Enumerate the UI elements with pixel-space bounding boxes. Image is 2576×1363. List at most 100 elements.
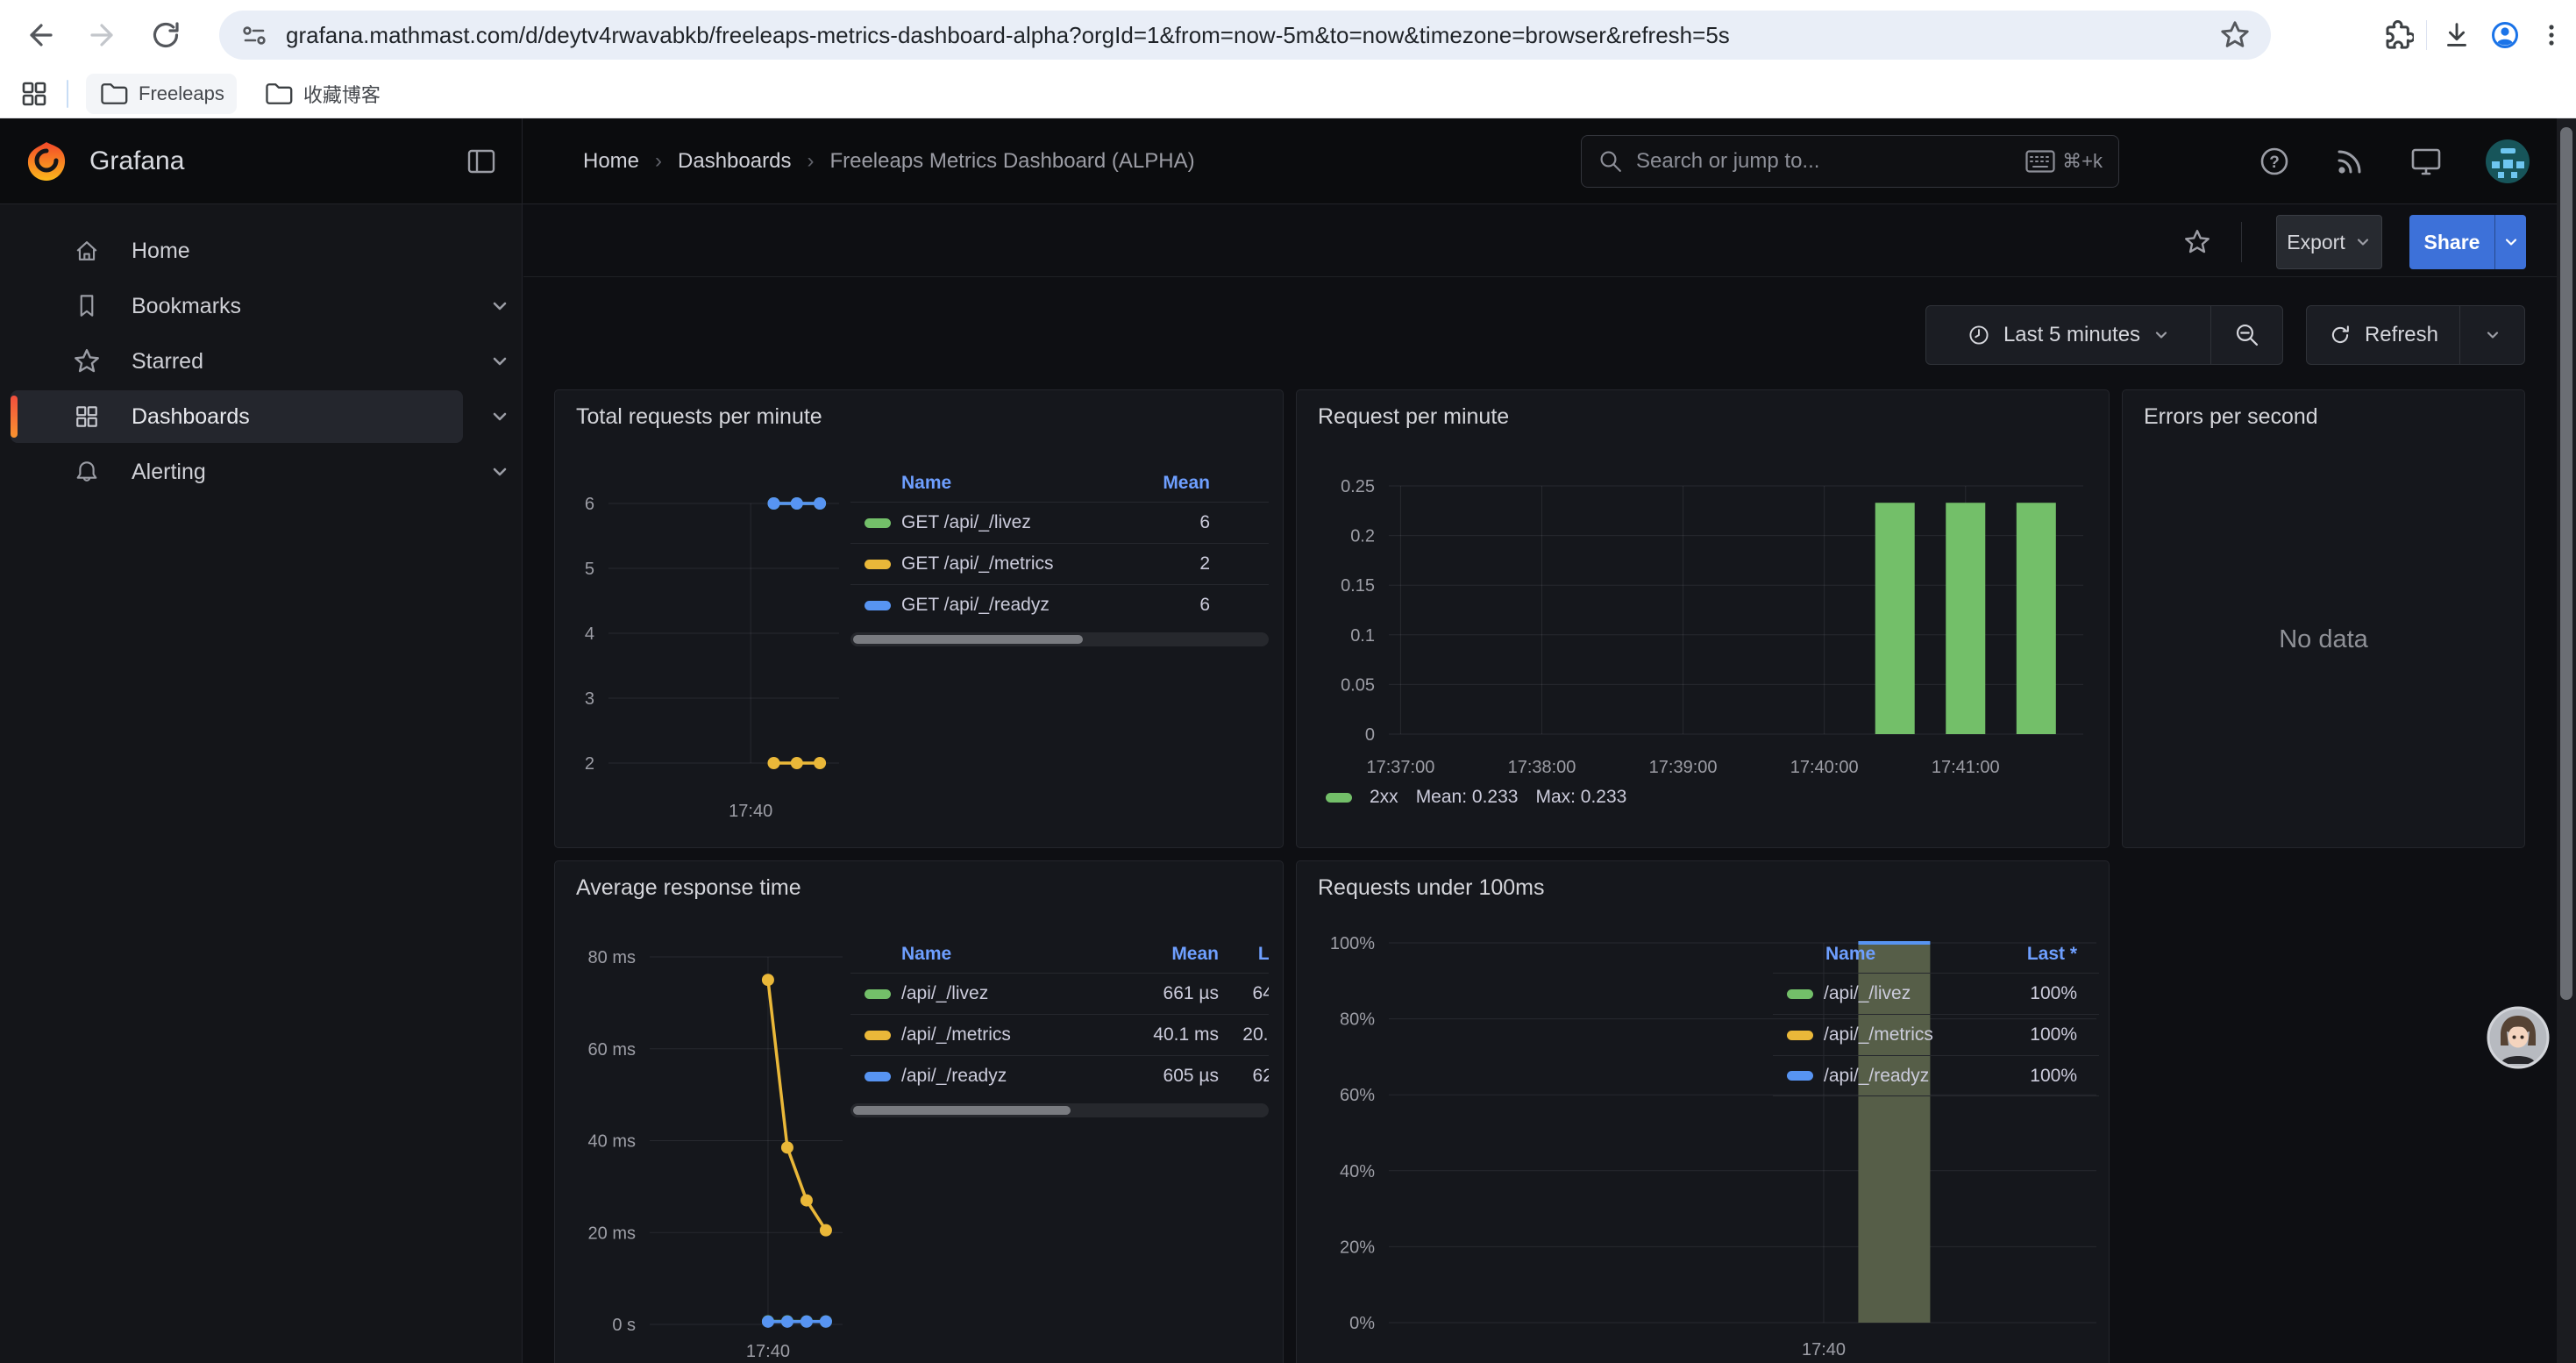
refresh-label: Refresh <box>2365 323 2438 347</box>
sidebar-toggle-icon[interactable] <box>466 146 497 177</box>
sidebar-item-alerting[interactable]: Alerting <box>11 446 463 498</box>
svg-text:0.05: 0.05 <box>1341 675 1375 695</box>
series-last: 20.5 ms <box>1242 1024 1269 1045</box>
sidebar-item-dashboards[interactable]: Dashboards <box>11 390 463 443</box>
forward-button[interactable] <box>85 17 122 54</box>
url-bar[interactable]: grafana.mathmast.com/d/deytv4rwavabkb/fr… <box>219 11 2271 60</box>
chevron-down-icon[interactable] <box>487 293 513 319</box>
sidebar-item-home[interactable]: Home <box>11 225 463 277</box>
legend-row[interactable]: /api/_/livez 661 µs 646 µs <box>850 973 1269 1014</box>
sidebar: Home Bookmarks Starred Dashboards Alerti <box>0 204 523 1363</box>
keyboard-icon <box>2025 150 2055 173</box>
legend-col-name[interactable]: Name <box>1825 944 1875 965</box>
back-icon <box>21 17 58 54</box>
share-button[interactable]: Share <box>2409 215 2494 269</box>
legend-row[interactable]: GET /api/_/metrics 2 <box>850 543 1269 584</box>
series-name[interactable]: 2xx <box>1370 787 1398 808</box>
scrollbar-thumb[interactable] <box>853 1106 1071 1115</box>
breadcrumb-dashboards[interactable]: Dashboards <box>678 149 791 174</box>
time-range-picker[interactable]: Last 5 minutes <box>1926 306 2210 364</box>
toolbar-separator <box>523 276 2576 277</box>
sidebar-item-bookmarks[interactable]: Bookmarks <box>11 280 463 332</box>
legend-scrollbar[interactable] <box>850 632 1269 646</box>
search-icon <box>1598 148 1624 175</box>
series-name[interactable]: /api/_/readyz <box>901 1066 1007 1087</box>
menu-kebab-icon[interactable] <box>2536 18 2567 53</box>
kiosk-monitor-icon[interactable] <box>2408 143 2444 180</box>
legend-row[interactable]: /api/_/metrics 100% <box>1773 1014 2099 1055</box>
svg-text:17:38:00: 17:38:00 <box>1508 758 1576 777</box>
panel-request-per-minute: Request per minute 0.250.20.150.10.05017… <box>1296 389 2110 848</box>
series-swatch <box>865 1072 891 1081</box>
svg-text:4: 4 <box>585 624 594 644</box>
series-name[interactable]: GET /api/_/readyz <box>901 595 1050 616</box>
legend-row[interactable]: /api/_/readyz 100% <box>1773 1055 2099 1096</box>
series-name[interactable]: /api/_/metrics <box>1824 1024 1933 1045</box>
refresh-button[interactable]: Refresh <box>2307 306 2459 364</box>
url-text[interactable]: grafana.mathmast.com/d/deytv4rwavabkb/fr… <box>286 22 2218 49</box>
series-name[interactable]: /api/_/livez <box>901 983 988 1004</box>
legend-col-name[interactable]: Name <box>901 473 951 494</box>
legend-col-mean[interactable]: Mean <box>1171 944 1219 965</box>
bookmark-star-icon[interactable] <box>2218 18 2252 52</box>
share-menu-button[interactable] <box>2494 215 2526 269</box>
page-scrollbar[interactable] <box>2557 118 2576 1363</box>
legend-col-last[interactable]: Last * <box>2027 944 2077 965</box>
user-avatar[interactable] <box>2485 139 2530 184</box>
export-button[interactable]: Export <box>2276 215 2382 269</box>
chevron-down-icon[interactable] <box>487 348 513 375</box>
svg-text:0.1: 0.1 <box>1350 626 1375 646</box>
svg-text:5: 5 <box>585 560 594 579</box>
legend-row[interactable]: /api/_/readyz 605 µs 620 µs <box>850 1055 1269 1096</box>
search-input[interactable]: Search or jump to... ⌘+k <box>1581 135 2119 188</box>
legend-col-last[interactable]: Last * <box>1258 944 1269 965</box>
share-label: Share <box>2424 231 2480 254</box>
browser-toolbar: grafana.mathmast.com/d/deytv4rwavabkb/fr… <box>0 0 2576 70</box>
refresh-interval-button[interactable] <box>2459 306 2524 364</box>
favorite-star-icon[interactable] <box>2182 227 2212 257</box>
series-name[interactable]: /api/_/metrics <box>901 1024 1011 1045</box>
grafana-logo[interactable] <box>25 139 68 183</box>
legend-row[interactable]: /api/_/livez 100% <box>1773 973 2099 1014</box>
legend-row[interactable]: GET /api/_/livez 6 <box>850 502 1269 543</box>
series-name[interactable]: GET /api/_/livez <box>901 512 1031 533</box>
apps-grid-icon[interactable] <box>18 77 51 111</box>
breadcrumb-home[interactable]: Home <box>583 149 639 174</box>
assistant-avatar[interactable] <box>2487 1006 2550 1069</box>
panel-title[interactable]: Errors per second <box>2144 404 2318 430</box>
grafana-brand: Grafana <box>0 118 523 203</box>
bookmark-folder-blogs[interactable]: 收藏博客 <box>251 74 393 114</box>
profile-icon[interactable] <box>2487 17 2523 54</box>
legend-scrollbar[interactable] <box>850 1103 1269 1117</box>
help-icon[interactable]: ? <box>2257 144 2292 179</box>
download-icon[interactable] <box>2439 18 2474 53</box>
series-name[interactable]: /api/_/livez <box>1824 983 1911 1004</box>
back-button[interactable] <box>21 17 58 54</box>
chevron-down-icon[interactable] <box>487 459 513 485</box>
svg-text:0.15: 0.15 <box>1341 576 1375 596</box>
svg-text:17:40: 17:40 <box>729 802 772 821</box>
svg-text:100%: 100% <box>1330 934 1375 953</box>
extensions-icon[interactable] <box>2379 18 2414 53</box>
scrollbar-thumb[interactable] <box>2560 127 2572 1000</box>
reload-button[interactable] <box>147 17 184 54</box>
sidebar-item-starred[interactable]: Starred <box>11 335 463 388</box>
legend-row[interactable]: /api/_/metrics 40.1 ms 20.5 ms <box>850 1014 1269 1055</box>
series-last: 100% <box>2030 1024 2077 1045</box>
series-name[interactable]: /api/_/readyz <box>1824 1066 1929 1087</box>
bar-chart[interactable]: 0.250.20.150.10.05017:37:0017:38:0017:39… <box>1297 390 2110 849</box>
legend-col-name[interactable]: Name <box>901 944 951 965</box>
legend-col-mean[interactable]: Mean <box>1163 473 1210 494</box>
zoom-out-button[interactable] <box>2210 306 2282 364</box>
legend-row[interactable]: GET /api/_/readyz 6 <box>850 584 1269 625</box>
chevron-down-icon[interactable] <box>487 403 513 430</box>
news-rss-icon[interactable] <box>2332 144 2367 179</box>
scrollbar-thumb[interactable] <box>853 635 1083 644</box>
bookmark-folder-freeleaps[interactable]: Freeleaps <box>86 74 237 114</box>
legend-inline: 2xx Mean: 0.233 Max: 0.233 <box>1326 787 1626 808</box>
svg-text:0%: 0% <box>1349 1314 1375 1333</box>
toolbar-divider <box>2241 222 2242 262</box>
series-name[interactable]: GET /api/_/metrics <box>901 553 1054 574</box>
series-swatch <box>865 1031 891 1040</box>
svg-text:0 s: 0 s <box>612 1316 636 1335</box>
